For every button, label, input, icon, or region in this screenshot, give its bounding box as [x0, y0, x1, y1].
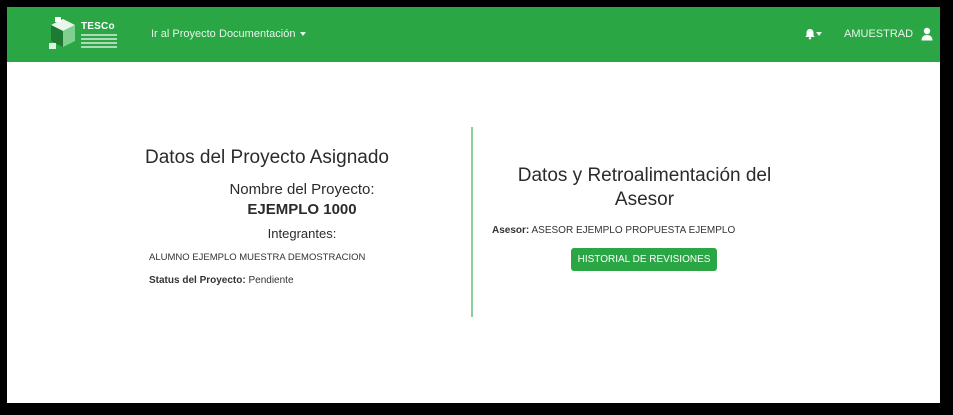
logo-subtitle-lines	[81, 34, 117, 50]
project-name-label: Nombre del Proyecto:	[229, 181, 375, 198]
user-name[interactable]: AMUESTRAD	[844, 28, 913, 40]
caret-down-icon	[816, 32, 822, 36]
app-window: TESCo Ir al Proyecto Documentación AMUES…	[7, 7, 940, 403]
nav-link-project[interactable]: Ir al Proyecto	[151, 28, 216, 40]
members-list: ALUMNO EJEMPLO MUESTRA DEMOSTRACION	[149, 252, 366, 263]
logo-mark-icon	[49, 17, 75, 49]
project-status: Status del Proyecto: Pendiente	[149, 275, 294, 286]
logo-text: TESCo	[81, 21, 115, 32]
caret-down-icon	[300, 32, 307, 37]
advisor-section-title: Datos y Retroalimentación del Asesor	[517, 165, 772, 210]
advisor-info: Asesor: ASESOR EJEMPLO PROPUESTA EJEMPLO	[492, 225, 735, 236]
nav-dropdown-documentation[interactable]: Documentación	[219, 28, 307, 40]
top-navbar: TESCo Ir al Proyecto Documentación AMUES…	[7, 7, 940, 62]
advisor-value: ASESOR EJEMPLO PROPUESTA EJEMPLO	[531, 225, 736, 236]
user-icon[interactable]	[921, 27, 933, 41]
column-divider	[471, 127, 473, 317]
revision-history-button[interactable]: HISTORIAL DE REVISIONES	[571, 248, 717, 271]
status-label: Status del Proyecto:	[149, 275, 246, 286]
project-section-title: Datos del Proyecto Asignado	[145, 147, 389, 168]
notifications-dropdown[interactable]	[804, 27, 826, 41]
project-name-value: EJEMPLO 1000	[247, 201, 357, 218]
status-value: Pendiente	[248, 275, 294, 286]
logo[interactable]: TESCo	[47, 15, 119, 53]
advisor-label: Asesor:	[492, 225, 530, 236]
members-label: Integrantes:	[267, 226, 337, 241]
bell-icon	[805, 29, 815, 40]
nav-dropdown-label: Documentación	[219, 28, 296, 40]
